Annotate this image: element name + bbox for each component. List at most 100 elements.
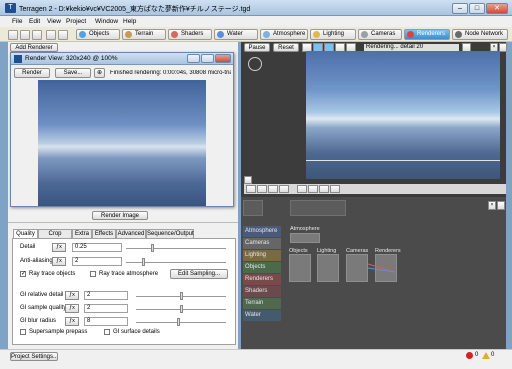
detail-field[interactable]: 0.25: [72, 243, 122, 252]
scale-tool-icon[interactable]: [268, 185, 278, 193]
edit-sampling-button[interactable]: Edit Sampling...: [170, 269, 228, 279]
tab-lighting[interactable]: Lighting: [310, 29, 356, 40]
rv-maximize-button[interactable]: [201, 54, 214, 63]
tab-extra[interactable]: Extra: [72, 229, 92, 238]
gi-sample-quality-knob[interactable]: [180, 305, 183, 313]
maximize-button[interactable]: □: [469, 3, 485, 14]
eye-icon[interactable]: [308, 185, 318, 193]
anti-aliasing-slider-knob[interactable]: [142, 258, 145, 266]
lighting-icon: [313, 31, 320, 38]
node-list-atmosphere[interactable]: Atmosphere: [243, 226, 281, 237]
tab-crop-region[interactable]: Crop Region: [38, 229, 72, 245]
viewport-expand-icon[interactable]: [499, 43, 507, 52]
tab-quality[interactable]: Quality: [13, 229, 38, 238]
title-bar: T Terragen 2 - D:¥kekio¥vc¥VC2005_東方ぱなた夢…: [0, 0, 512, 16]
node-list-water[interactable]: Water: [243, 310, 281, 321]
gi-blur-edit-icon[interactable]: ƒx: [65, 317, 79, 326]
aa-edit-icon[interactable]: ƒx: [52, 257, 66, 266]
zoom-icon[interactable]: ⊕: [94, 68, 105, 78]
project-settings-button[interactable]: Project Settings...: [10, 352, 58, 361]
save-file-icon[interactable]: [32, 30, 42, 40]
gi-relative-detail-knob[interactable]: [180, 292, 183, 300]
camera-tool-icon[interactable]: [297, 185, 307, 193]
node-list-objects[interactable]: Objects: [243, 262, 281, 273]
menu-edit[interactable]: Edit: [29, 18, 40, 25]
light-tool-icon[interactable]: [319, 185, 329, 193]
node-list-renderers[interactable]: Renderers: [243, 274, 281, 285]
tab-terrain[interactable]: Terrain: [122, 29, 166, 40]
pause-button[interactable]: Pause: [244, 43, 270, 52]
shaders-icon: [171, 31, 178, 38]
save-render-button[interactable]: Save...: [55, 68, 91, 78]
node-list-cameras[interactable]: Cameras: [243, 238, 281, 249]
detail-edit-icon[interactable]: ƒx: [52, 243, 66, 252]
gi-relative-detail-label: GI relative detail: [20, 292, 64, 298]
network-close-icon[interactable]: ×: [488, 201, 496, 210]
tab-node-network[interactable]: Node Network: [452, 29, 508, 40]
ray-trace-objects-checkbox[interactable]: ✓: [20, 271, 26, 277]
open-file-icon[interactable]: [20, 30, 30, 40]
node-list-lighting[interactable]: Lighting: [243, 250, 281, 261]
detail-slider-knob[interactable]: [151, 244, 154, 252]
gi-surface-details-checkbox[interactable]: [104, 329, 110, 335]
render-button[interactable]: Render: [14, 68, 50, 78]
move-tool-icon[interactable]: [246, 185, 256, 193]
menu-help[interactable]: Help: [123, 18, 136, 25]
detail-slider: [126, 248, 226, 249]
gi-rel-edit-icon[interactable]: ƒx: [65, 291, 79, 300]
view-axis-icon[interactable]: [244, 176, 252, 184]
sun-tool-icon[interactable]: [330, 185, 340, 193]
tab-objects[interactable]: Objects: [76, 29, 120, 40]
node-objects[interactable]: [289, 254, 311, 282]
render-image: [38, 80, 206, 206]
network-node-stub-top[interactable]: [290, 200, 346, 216]
warning-count: 0: [491, 352, 495, 358]
rv-close-button[interactable]: [215, 54, 231, 63]
tab-effects[interactable]: Effects: [92, 229, 116, 238]
tab-cameras-label: Cameras: [371, 31, 396, 37]
node-list-shaders[interactable]: Shaders: [243, 286, 281, 297]
tab-cameras[interactable]: Cameras: [358, 29, 402, 40]
terragen-logo-icon: T: [5, 3, 16, 13]
minimize-button[interactable]: –: [452, 3, 468, 14]
gi-sample-edit-icon[interactable]: ƒx: [65, 304, 79, 313]
tab-renderers[interactable]: Renderers: [404, 29, 450, 40]
tab-atmosphere[interactable]: Atmosphere: [260, 29, 308, 40]
menu-window[interactable]: Window: [95, 18, 118, 25]
reset-button[interactable]: Reset: [273, 43, 299, 52]
tab-water[interactable]: Water: [214, 29, 258, 40]
undo-icon[interactable]: [46, 30, 56, 40]
tab-shaders-label: Shaders: [181, 31, 204, 37]
window-title: Terragen 2 - D:¥kekio¥vc¥VC2005_東方ぱなた夢新作…: [19, 6, 251, 13]
rotate-tool-icon[interactable]: [257, 185, 267, 193]
network-node-stub-left[interactable]: [243, 200, 263, 216]
render-image-button[interactable]: Render Image: [92, 211, 148, 220]
ray-trace-atmosphere-checkbox[interactable]: [90, 271, 96, 277]
supersample-prepass-checkbox[interactable]: [20, 329, 26, 335]
gi-sample-quality-field[interactable]: 2: [84, 304, 128, 313]
gi-blur-radius-knob[interactable]: [177, 318, 180, 326]
node-atmosphere[interactable]: [290, 233, 320, 243]
new-file-icon[interactable]: [8, 30, 18, 40]
gi-blur-radius-field[interactable]: 8: [84, 317, 128, 326]
pan-tool-icon[interactable]: [279, 185, 289, 193]
close-button[interactable]: ✕: [486, 3, 508, 14]
navigation-compass-icon[interactable]: [248, 57, 262, 71]
panel-divider: [8, 222, 238, 223]
network-expand-icon[interactable]: [497, 201, 505, 210]
node-list-terrain[interactable]: Terrain: [243, 298, 281, 309]
menu-file[interactable]: File: [12, 18, 22, 25]
node-lighting[interactable]: [317, 254, 339, 282]
menu-project[interactable]: Project: [66, 18, 86, 25]
anti-aliasing-field[interactable]: 2: [72, 257, 122, 266]
tab-sequence-output[interactable]: Sequence/Output: [146, 229, 194, 238]
tab-shaders[interactable]: Shaders: [168, 29, 212, 40]
add-renderer-button[interactable]: Add Renderer: [10, 43, 58, 52]
menu-view[interactable]: View: [47, 18, 61, 25]
gi-relative-detail-field[interactable]: 2: [84, 291, 128, 300]
detail-label: Detail: [20, 244, 36, 250]
redo-icon[interactable]: [58, 30, 68, 40]
cameras-icon: [361, 31, 368, 38]
rv-minimize-button[interactable]: [187, 54, 200, 63]
tab-advanced[interactable]: Advanced: [116, 229, 146, 238]
